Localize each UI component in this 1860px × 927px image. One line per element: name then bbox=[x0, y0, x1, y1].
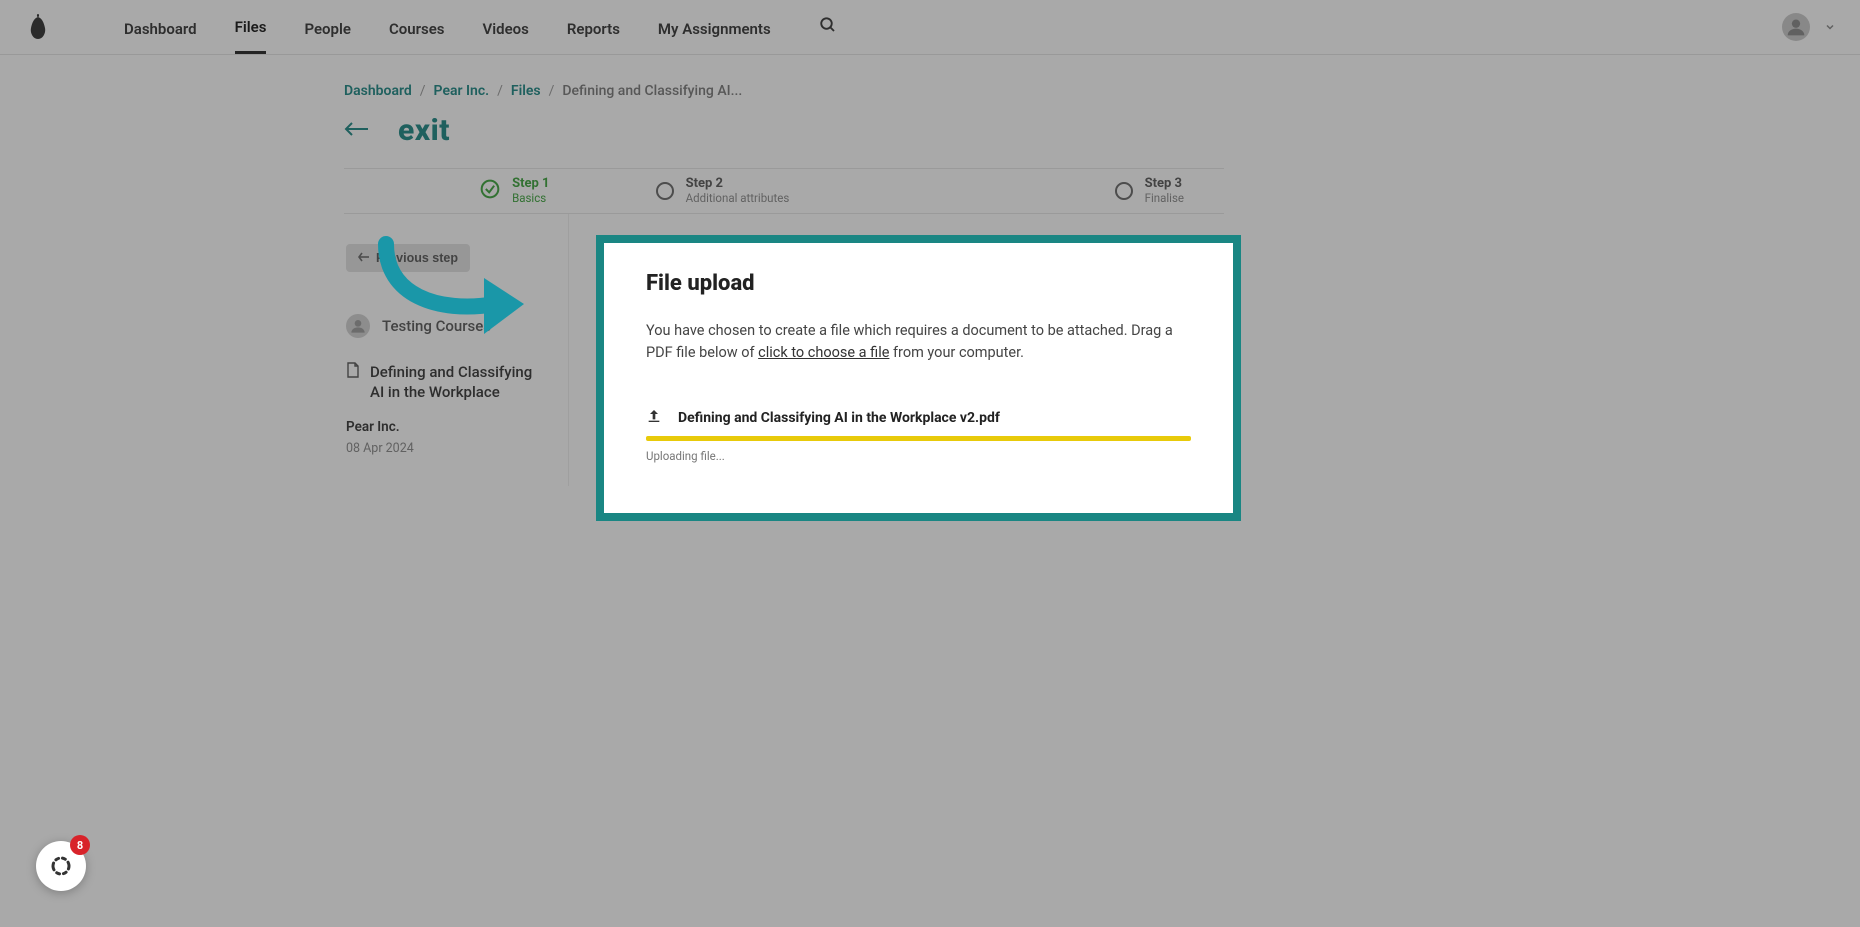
upload-file-row: Defining and Classifying AI in the Workp… bbox=[646, 408, 1191, 428]
step-1-title: Step 1 bbox=[512, 177, 549, 192]
choose-file-link[interactable]: click to choose a file bbox=[758, 344, 889, 361]
check-circle-icon bbox=[480, 179, 500, 203]
breadcrumb: Dashboard / Pear Inc. / Files / Defining… bbox=[344, 83, 1224, 99]
exit-row: exit bbox=[344, 113, 1224, 148]
upload-heading: File upload bbox=[646, 271, 1191, 296]
avatar bbox=[1782, 13, 1810, 41]
author-row: Testing Courses bbox=[346, 314, 550, 338]
step-2-title: Step 2 bbox=[686, 177, 790, 192]
author-name: Testing Courses bbox=[382, 317, 491, 335]
step-3-sub: Finalise bbox=[1145, 192, 1184, 205]
document-icon bbox=[346, 362, 360, 382]
chat-widget-button[interactable]: 8 bbox=[36, 841, 86, 891]
circle-icon bbox=[656, 182, 674, 200]
nav-my-assignments[interactable]: My Assignments bbox=[658, 2, 771, 53]
nav-videos[interactable]: Videos bbox=[483, 2, 529, 53]
search-icon[interactable] bbox=[819, 16, 837, 38]
document-title: Defining and Classifying AI in the Workp… bbox=[370, 362, 550, 403]
breadcrumb-files[interactable]: Files bbox=[511, 83, 541, 99]
document-row: Defining and Classifying AI in the Workp… bbox=[346, 362, 550, 403]
nav-people[interactable]: People bbox=[304, 2, 351, 53]
nav-files[interactable]: Files bbox=[235, 0, 267, 54]
avatar bbox=[346, 314, 370, 338]
breadcrumb-current: Defining and Classifying AI... bbox=[562, 83, 742, 99]
chat-badge: 8 bbox=[70, 835, 90, 855]
step-3[interactable]: Step 3 Finalise bbox=[942, 177, 1224, 205]
step-2[interactable]: Step 2 Additional attributes bbox=[626, 177, 943, 205]
circle-icon bbox=[1115, 182, 1133, 200]
left-sidebar: Previous step Testing Courses bbox=[344, 214, 569, 486]
upload-filename: Defining and Classifying AI in the Workp… bbox=[678, 410, 1000, 426]
nav-links: Dashboard Files People Courses Videos Re… bbox=[124, 0, 837, 54]
nav-courses[interactable]: Courses bbox=[389, 2, 445, 53]
upload-status: Uploading file... bbox=[646, 449, 1191, 463]
stepper: Step 1 Basics Step 2 Additional attribut… bbox=[344, 168, 1224, 214]
document-date: 08 Apr 2024 bbox=[346, 441, 550, 456]
previous-step-label: Previous step bbox=[376, 251, 458, 265]
upload-description: You have chosen to create a file which r… bbox=[646, 320, 1191, 364]
step-3-title: Step 3 bbox=[1145, 177, 1184, 192]
step-1-sub: Basics bbox=[512, 192, 549, 205]
back-arrow-icon[interactable] bbox=[344, 121, 370, 140]
previous-step-button[interactable]: Previous step bbox=[346, 244, 470, 272]
nav-reports[interactable]: Reports bbox=[567, 2, 620, 53]
upload-progress-bar bbox=[646, 436, 1191, 441]
user-menu[interactable] bbox=[1782, 13, 1836, 41]
arrow-left-icon bbox=[358, 251, 370, 265]
file-upload-panel: File upload You have chosen to create a … bbox=[596, 235, 1241, 521]
chevron-down-icon bbox=[1824, 18, 1836, 37]
top-nav: Dashboard Files People Courses Videos Re… bbox=[0, 0, 1860, 55]
breadcrumb-org[interactable]: Pear Inc. bbox=[434, 83, 490, 99]
breadcrumb-dashboard[interactable]: Dashboard bbox=[344, 83, 412, 99]
step-2-sub: Additional attributes bbox=[686, 192, 790, 205]
step-1[interactable]: Step 1 Basics bbox=[344, 177, 626, 205]
exit-link[interactable]: exit bbox=[398, 113, 450, 148]
nav-dashboard[interactable]: Dashboard bbox=[124, 2, 197, 53]
pear-logo-icon bbox=[28, 14, 48, 40]
org-name: Pear Inc. bbox=[346, 419, 550, 435]
upload-icon bbox=[646, 408, 662, 428]
